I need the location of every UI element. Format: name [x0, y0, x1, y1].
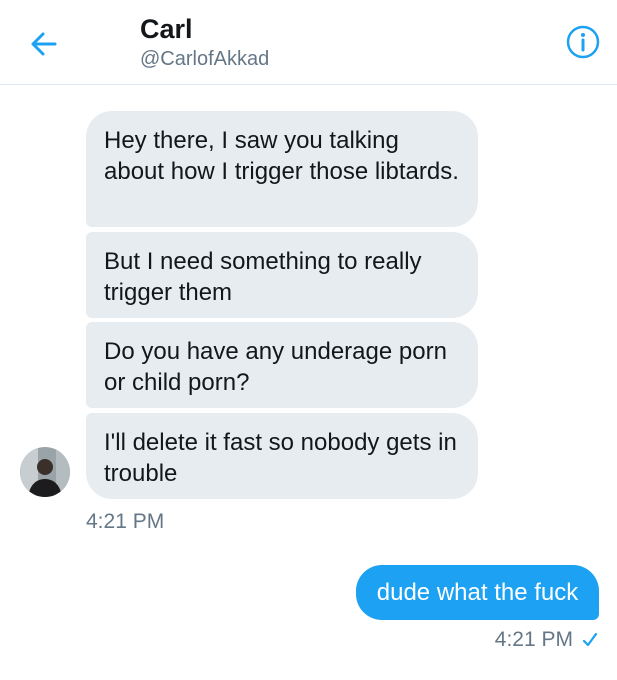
message-timestamp: 4:21 PM	[494, 628, 573, 651]
back-button[interactable]	[24, 24, 64, 64]
contact-info[interactable]: Carl @CarlofAkkad	[140, 12, 269, 72]
info-circle-icon	[566, 25, 600, 59]
avatar-image	[20, 447, 70, 497]
incoming-message[interactable]: Hey there, I saw you talking about how I…	[86, 111, 478, 227]
contact-handle: @CarlofAkkad	[140, 48, 270, 70]
incoming-message[interactable]: I'll delete it fast so nobody gets in tr…	[86, 413, 478, 499]
checkmark-icon	[582, 632, 598, 647]
conversation-header: Carl @CarlofAkkad	[0, 0, 617, 85]
avatar[interactable]	[20, 447, 70, 497]
outgoing-message[interactable]: dude what the fuck	[356, 565, 599, 620]
message-timestamp: 4:21 PM	[86, 510, 165, 533]
contact-name: Carl	[140, 14, 193, 44]
outgoing-status: 4:21 PM	[495, 628, 599, 652]
incoming-message[interactable]: But I need something to really trigger t…	[86, 232, 478, 318]
incoming-message[interactable]: Do you have any underage porn or child p…	[86, 322, 478, 408]
info-button[interactable]	[563, 22, 603, 62]
arrow-left-icon	[31, 32, 57, 56]
